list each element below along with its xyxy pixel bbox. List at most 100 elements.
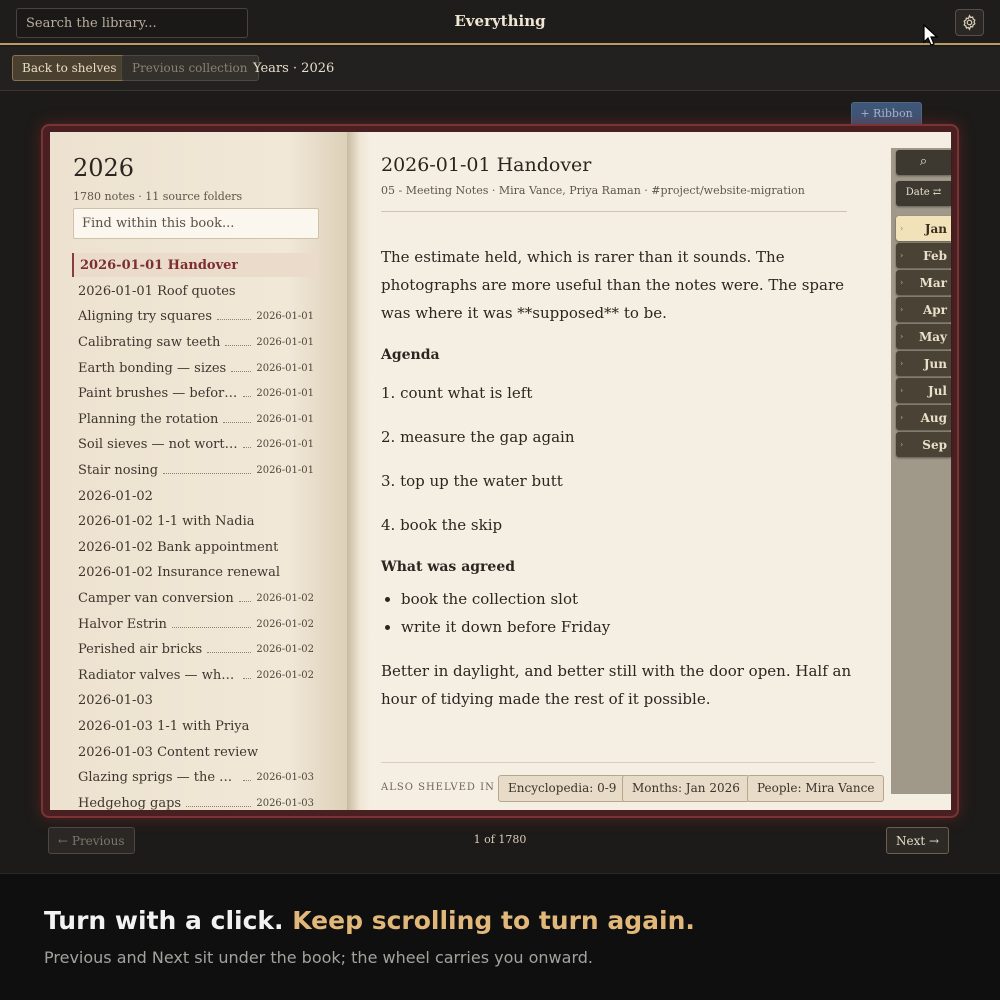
month-tab-label: Jun xyxy=(923,356,947,371)
toc-leader-dots xyxy=(171,626,252,628)
toc-item[interactable]: 2026-01-03 1-1 with Priya xyxy=(72,714,319,740)
month-tab-label: Jul xyxy=(928,383,947,398)
toc-item-title: Soil sieves — not worth it xyxy=(78,437,239,453)
footer-headline-accent: Keep scrolling to turn again. xyxy=(292,906,695,935)
note-intro: The estimate held, which is rarer than i… xyxy=(381,248,844,322)
agenda-item: 1. count what is left xyxy=(381,384,533,402)
toc-item-title: 2026-01-02 xyxy=(78,488,153,504)
toc-item[interactable]: Earth bonding — sizes 2026-01-01 xyxy=(72,355,319,381)
chevron-right-icon: › xyxy=(900,359,904,368)
toc-item[interactable]: 2026-01-02 xyxy=(72,483,319,509)
toc-item[interactable]: Planning the rotation 2026-01-01 xyxy=(72,407,319,433)
toc-item-title: Glazing sprigs — the quote xyxy=(78,770,238,786)
month-tab-jun[interactable]: › Jun xyxy=(896,351,951,376)
agenda-item: 3. top up the water butt xyxy=(381,472,563,490)
toc-item-date: 2026-01-01 xyxy=(256,439,314,451)
previous-page-button[interactable]: ← Previous xyxy=(48,827,135,854)
settings-button[interactable] xyxy=(955,9,984,36)
divider xyxy=(381,211,847,212)
toc-item[interactable]: 2026-01-02 Bank appointment xyxy=(72,535,319,561)
also-shelved-label: ALSO SHELVED IN xyxy=(381,782,495,793)
toc-item[interactable]: Perished air bricks 2026-01-02 xyxy=(72,637,319,663)
toc-leader-dots xyxy=(231,370,252,372)
find-in-book-input[interactable] xyxy=(73,208,319,239)
toc-item[interactable]: Camper van conversion 2026-01-02 xyxy=(72,586,319,612)
month-tab-may[interactable]: › May xyxy=(896,324,951,349)
shelf-chip-months[interactable]: Months: Jan 2026 xyxy=(622,775,750,802)
month-tab-label: Aug xyxy=(920,410,947,425)
toc-item[interactable]: 2026-01-01 Roof quotes xyxy=(72,279,319,305)
toc-item-title: 2026-01-02 Bank appointment xyxy=(78,539,279,555)
toc-item-date: 2026-01-01 xyxy=(256,413,314,425)
toc-item-title: Hedgehog gaps xyxy=(78,795,182,811)
toc-leader-dots xyxy=(225,345,252,347)
toc-leader-dots xyxy=(243,447,252,449)
footer-headline: Turn with a click. Keep scrolling to tur… xyxy=(44,906,695,935)
chevron-right-icon: › xyxy=(900,332,904,341)
toc-item-title: Calibrating saw teeth xyxy=(78,335,221,351)
shelf-chip-people[interactable]: People: Mira Vance xyxy=(747,775,885,802)
book-gutter xyxy=(347,132,369,810)
agreed-item: write it down before Friday xyxy=(401,613,875,641)
shelf-chip-encyclopedia[interactable]: Encyclopedia: 0-9 xyxy=(498,775,627,802)
toc-item[interactable]: Soil sieves — not worth it 2026-01-01 xyxy=(72,432,319,458)
back-to-shelves-button[interactable]: Back to shelves xyxy=(12,55,127,81)
book-meta: 1780 notes · 11 source folders xyxy=(73,190,243,203)
book-title: 2026 xyxy=(73,154,135,182)
month-tab-apr[interactable]: › Apr xyxy=(896,297,951,322)
breadcrumb: Years · 2026 xyxy=(253,61,335,76)
sort-toggle-tab[interactable]: Date ⇄ xyxy=(896,181,951,206)
month-tab-sep[interactable]: › Sep xyxy=(896,432,951,457)
toc-item[interactable]: 2026-01-03 Content review xyxy=(72,739,319,765)
note-title: 2026-01-01 Handover xyxy=(381,154,592,176)
page-counter: 1 of 1780 xyxy=(473,833,527,846)
toc-item-title: Earth bonding — sizes xyxy=(78,360,227,376)
divider xyxy=(381,762,875,763)
chevron-right-icon: › xyxy=(900,278,904,287)
agreed-item: book the collection slot xyxy=(401,585,875,613)
toc-item-title: Stair nosing xyxy=(78,463,159,479)
top-bar: Everything xyxy=(0,0,1000,45)
toc-item[interactable]: Calibrating saw teeth 2026-01-01 xyxy=(72,330,319,356)
previous-collection-button[interactable]: Previous collection xyxy=(121,55,259,81)
toc-leader-dots xyxy=(207,652,252,654)
toc-item[interactable]: Stair nosing 2026-01-01 xyxy=(72,458,319,484)
toc-item[interactable]: 2026-01-02 1-1 with Nadia xyxy=(72,509,319,535)
next-page-button[interactable]: Next → xyxy=(886,827,950,854)
note-body: The estimate held, which is rarer than i… xyxy=(381,243,875,729)
footer-subline: Previous and Next sit under the book; th… xyxy=(44,948,593,967)
library-search-input[interactable] xyxy=(16,8,248,38)
month-tab-jul[interactable]: › Jul xyxy=(896,378,951,403)
chevron-right-icon: › xyxy=(900,305,904,314)
toc-item-title: Planning the rotation xyxy=(78,411,219,427)
toc-item-date: 2026-01-01 xyxy=(256,388,314,400)
month-tab-mar[interactable]: › Mar xyxy=(896,270,951,295)
agreed-list: book the collection slot write it down b… xyxy=(401,585,875,641)
toc-item[interactable]: 2026-01-03 xyxy=(72,688,319,714)
month-tab-feb[interactable]: › Feb xyxy=(896,243,951,268)
toc-item[interactable]: Glazing sprigs — the quote 2026-01-03 xyxy=(72,765,319,791)
month-tab-label: Apr xyxy=(922,302,947,317)
note-closing: Better in daylight, and better still wit… xyxy=(381,662,852,708)
toc-item-title: Paint brushes — before a... xyxy=(78,386,238,402)
toc-leader-dots xyxy=(243,677,252,679)
month-tab-jan[interactable]: › Jan xyxy=(896,216,951,241)
toc-item[interactable]: Radiator valves — what i... 2026-01-02 xyxy=(72,663,319,689)
agenda-item: 4. book the skip xyxy=(381,516,503,534)
month-tab-aug[interactable]: › Aug xyxy=(896,405,951,430)
note-meta: 05 - Meeting Notes · Mira Vance, Priya R… xyxy=(381,184,805,197)
month-tab-label: Jan xyxy=(924,221,947,236)
toc-item-title: Halvor Estrin xyxy=(78,616,167,632)
toc-item-date: 2026-01-02 xyxy=(256,593,314,605)
toc-item[interactable]: Hedgehog gaps 2026-01-03 xyxy=(72,790,319,816)
toc-item[interactable]: Aligning try squares 2026-01-01 xyxy=(72,304,319,330)
toc-item[interactable]: 2026-01-02 Insurance renewal xyxy=(72,560,319,586)
toc-leader-dots xyxy=(238,601,252,603)
ribbon-button[interactable]: + Ribbon xyxy=(851,102,922,131)
search-tab[interactable]: ⌕ xyxy=(896,150,951,175)
toc-item[interactable]: 2026-01-01 Handover xyxy=(72,253,319,277)
toc-item-title: 2026-01-02 Insurance renewal xyxy=(78,565,281,581)
toc-item[interactable]: Paint brushes — before a... 2026-01-01 xyxy=(72,381,319,407)
toc-item-title: 2026-01-03 Content review xyxy=(78,744,259,760)
toc-item[interactable]: Halvor Estrin 2026-01-02 xyxy=(72,611,319,637)
